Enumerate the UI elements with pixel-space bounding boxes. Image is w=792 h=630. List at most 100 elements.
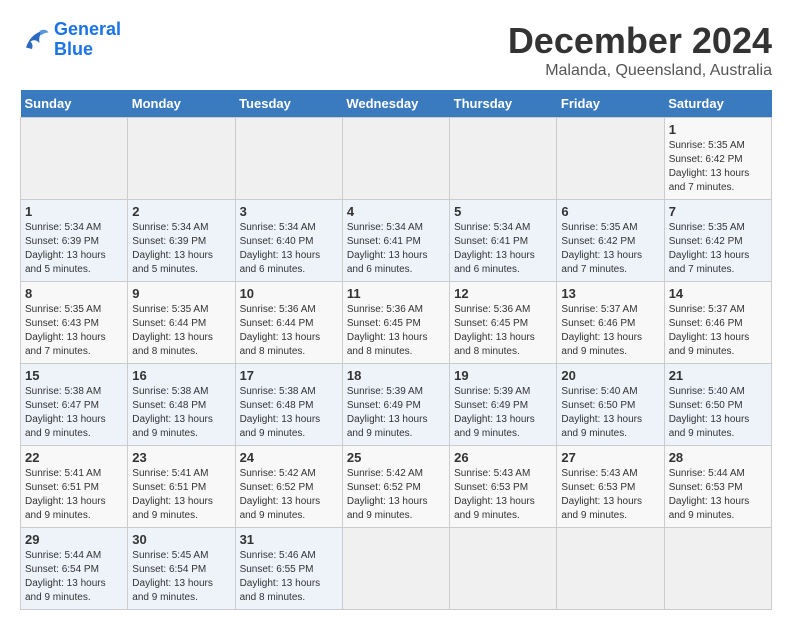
calendar-cell: 14Sunrise: 5:37 AMSunset: 6:46 PMDayligh… — [664, 282, 771, 364]
day-number: 31 — [240, 532, 338, 547]
calendar-cell: 6 Sunrise: 5:35 AMSunset: 6:42 PMDaylight… — [557, 200, 664, 282]
logo-line2: Blue — [54, 39, 93, 59]
day-info: Sunrise: 5:34 AMSunset: 6:40 PMDaylight:… — [240, 221, 338, 277]
calendar-cell: 3 Sunrise: 5:34 AMSunset: 6:40 PMDaylight… — [235, 200, 342, 282]
week-row-2: 1Sunrise: 5:34 AMSunset: 6:39 PMDaylight… — [21, 200, 772, 282]
day-number: 19 — [454, 368, 552, 383]
calendar-cell — [128, 118, 235, 200]
day-number: 11 — [347, 286, 445, 301]
day-number: 6 — [561, 204, 659, 219]
calendar-cell: 29 Sunrise: 5:44 AMSunset: 6:54 PMDayligh… — [21, 528, 128, 610]
day-info: Sunrise: 5:39 AMSunset: 6:49 PMDaylight:… — [347, 385, 445, 441]
day-info: Sunrise: 5:38 AMSunset: 6:48 PMDaylight:… — [240, 385, 338, 441]
day-info: Sunrise: 5:42 AMSunset: 6:52 PMDaylight:… — [347, 467, 445, 523]
day-info: Sunrise: 5:35 AMSunset: 6:44 PMDaylight:… — [132, 303, 230, 359]
day-number: 22 — [25, 450, 123, 465]
logo-bird-icon — [20, 26, 50, 54]
calendar-cell: 23Sunrise: 5:41 AMSunset: 6:51 PMDayligh… — [128, 446, 235, 528]
day-info: Sunrise: 5:35 AMSunset: 6:43 PMDaylight:… — [25, 303, 123, 359]
calendar-cell: 9Sunrise: 5:35 AMSunset: 6:44 PMDaylight… — [128, 282, 235, 364]
calendar-cell: 21 Sunrise: 5:40 AMSunset: 6:50 PMDayligh… — [664, 364, 771, 446]
calendar-cell: 7Sunrise: 5:35 AMSunset: 6:42 PMDaylight… — [664, 200, 771, 282]
calendar-cell: 30 Sunrise: 5:45 AMSunset: 6:54 PMDayligh… — [128, 528, 235, 610]
day-number: 20 — [561, 368, 659, 383]
day-info: Sunrise: 5:41 AMSunset: 6:51 PMDaylight:… — [25, 467, 123, 523]
day-number: 24 — [240, 450, 338, 465]
calendar-cell: 1Sunrise: 5:34 AMSunset: 6:39 PMDaylight… — [21, 200, 128, 282]
calendar-cell: 4 Sunrise: 5:34 AMSunset: 6:41 PMDaylight… — [342, 200, 449, 282]
day-number: 5 — [454, 204, 552, 219]
day-info: Sunrise: 5:43 AMSunset: 6:53 PMDaylight:… — [561, 467, 659, 523]
week-row-6: 29 Sunrise: 5:44 AMSunset: 6:54 PMDayligh… — [21, 528, 772, 610]
calendar-cell: 1Sunrise: 5:35 AMSunset: 6:42 PMDaylight… — [664, 118, 771, 200]
calendar-cell: 31 Sunrise: 5:46 AMSunset: 6:55 PMDayligh… — [235, 528, 342, 610]
calendar-cell — [450, 528, 557, 610]
day-number: 3 — [240, 204, 338, 219]
day-info: Sunrise: 5:38 AMSunset: 6:47 PMDaylight:… — [25, 385, 123, 441]
weekday-header-saturday: Saturday — [664, 90, 771, 118]
day-info: Sunrise: 5:35 AMSunset: 6:42 PMDaylight:… — [669, 139, 767, 195]
day-info: Sunrise: 5:44 AMSunset: 6:54 PMDaylight:… — [25, 549, 123, 605]
day-number: 4 — [347, 204, 445, 219]
calendar-cell: 13Sunrise: 5:37 AMSunset: 6:46 PMDayligh… — [557, 282, 664, 364]
calendar-cell: 18Sunrise: 5:39 AMSunset: 6:49 PMDayligh… — [342, 364, 449, 446]
calendar-cell — [557, 118, 664, 200]
calendar-cell: 2Sunrise: 5:34 AMSunset: 6:39 PMDaylight… — [128, 200, 235, 282]
day-number: 21 — [669, 368, 767, 383]
day-info: Sunrise: 5:40 AMSunset: 6:50 PMDaylight:… — [669, 385, 767, 441]
day-info: Sunrise: 5:42 AMSunset: 6:52 PMDaylight:… — [240, 467, 338, 523]
calendar-cell: 8 Sunrise: 5:35 AMSunset: 6:43 PMDaylight… — [21, 282, 128, 364]
weekday-header-sunday: Sunday — [21, 90, 128, 118]
calendar-cell: 11 Sunrise: 5:36 AMSunset: 6:45 PMDayligh… — [342, 282, 449, 364]
calendar-cell: 28Sunrise: 5:44 AMSunset: 6:53 PMDayligh… — [664, 446, 771, 528]
day-number: 7 — [669, 204, 767, 219]
day-number: 30 — [132, 532, 230, 547]
day-info: Sunrise: 5:45 AMSunset: 6:54 PMDaylight:… — [132, 549, 230, 605]
day-info: Sunrise: 5:40 AMSunset: 6:50 PMDaylight:… — [561, 385, 659, 441]
day-number: 29 — [25, 532, 123, 547]
calendar-subtitle: Malanda, Queensland, Australia — [508, 62, 772, 80]
day-number: 16 — [132, 368, 230, 383]
calendar-cell — [21, 118, 128, 200]
calendar-cell: 26 Sunrise: 5:43 AMSunset: 6:53 PMDayligh… — [450, 446, 557, 528]
day-info: Sunrise: 5:34 AMSunset: 6:41 PMDaylight:… — [347, 221, 445, 277]
calendar-cell: 27Sunrise: 5:43 AMSunset: 6:53 PMDayligh… — [557, 446, 664, 528]
day-info: Sunrise: 5:36 AMSunset: 6:45 PMDaylight:… — [347, 303, 445, 359]
calendar-cell — [664, 528, 771, 610]
day-number: 28 — [669, 450, 767, 465]
calendar-cell — [235, 118, 342, 200]
calendar-cell: 12 Sunrise: 5:36 AMSunset: 6:45 PMDayligh… — [450, 282, 557, 364]
logo-line1: General — [54, 19, 121, 39]
day-info: Sunrise: 5:37 AMSunset: 6:46 PMDaylight:… — [669, 303, 767, 359]
header: General Blue December 2024 Malanda, Quee… — [20, 20, 772, 80]
calendar-cell — [342, 118, 449, 200]
day-info: Sunrise: 5:41 AMSunset: 6:51 PMDaylight:… — [132, 467, 230, 523]
weekday-header-tuesday: Tuesday — [235, 90, 342, 118]
day-info: Sunrise: 5:38 AMSunset: 6:48 PMDaylight:… — [132, 385, 230, 441]
calendar-title: December 2024 — [508, 20, 772, 62]
calendar-cell: 20 Sunrise: 5:40 AMSunset: 6:50 PMDayligh… — [557, 364, 664, 446]
day-number: 15 — [25, 368, 123, 383]
day-info: Sunrise: 5:36 AMSunset: 6:45 PMDaylight:… — [454, 303, 552, 359]
day-info: Sunrise: 5:46 AMSunset: 6:55 PMDaylight:… — [240, 549, 338, 605]
day-number: 2 — [132, 204, 230, 219]
weekday-header-monday: Monday — [128, 90, 235, 118]
calendar-cell: 5Sunrise: 5:34 AMSunset: 6:41 PMDaylight… — [450, 200, 557, 282]
day-number: 12 — [454, 286, 552, 301]
calendar-cell — [342, 528, 449, 610]
day-number: 8 — [25, 286, 123, 301]
calendar-cell: 24 Sunrise: 5:42 AMSunset: 6:52 PMDayligh… — [235, 446, 342, 528]
title-area: December 2024 Malanda, Queensland, Austr… — [508, 20, 772, 80]
week-row-3: 8 Sunrise: 5:35 AMSunset: 6:43 PMDaylight… — [21, 282, 772, 364]
day-info: Sunrise: 5:43 AMSunset: 6:53 PMDaylight:… — [454, 467, 552, 523]
day-number: 26 — [454, 450, 552, 465]
day-number: 25 — [347, 450, 445, 465]
calendar-cell: 10Sunrise: 5:36 AMSunset: 6:44 PMDayligh… — [235, 282, 342, 364]
week-row-5: 22 Sunrise: 5:41 AMSunset: 6:51 PMDayligh… — [21, 446, 772, 528]
logo-text: General Blue — [54, 20, 121, 60]
day-number: 17 — [240, 368, 338, 383]
calendar-cell — [450, 118, 557, 200]
weekday-header-thursday: Thursday — [450, 90, 557, 118]
calendar-table: SundayMondayTuesdayWednesdayThursdayFrid… — [20, 90, 772, 610]
day-info: Sunrise: 5:35 AMSunset: 6:42 PMDaylight:… — [561, 221, 659, 277]
